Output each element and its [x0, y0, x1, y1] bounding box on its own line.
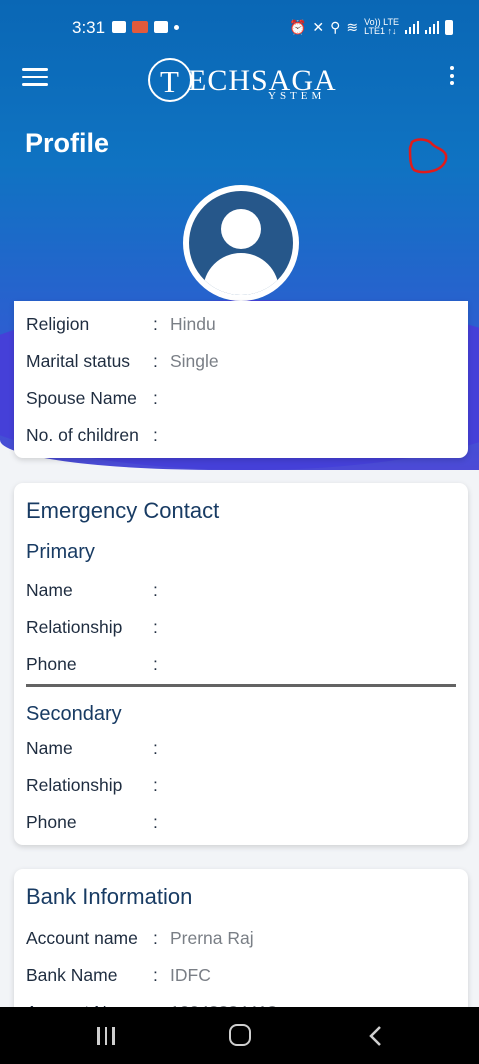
avatar[interactable] [183, 185, 299, 301]
gallery-icon [112, 21, 126, 33]
detail-colon: : [153, 775, 158, 795]
recents-icon[interactable] [97, 1027, 119, 1045]
more-notifications-dot-icon [174, 24, 179, 30]
detail-colon: : [153, 351, 158, 371]
alarm-icon: ⏰ [288, 18, 307, 35]
detail-colon: : [153, 314, 158, 334]
detail-label: Account name [26, 928, 138, 948]
detail-label: Spouse Name [26, 388, 137, 408]
emergency-contact-card: Emergency Contact Primary Name : Relatio… [14, 483, 468, 845]
more-vertical-icon[interactable] [445, 66, 459, 90]
detail-colon: : [153, 812, 158, 832]
location-icon: ⚲ [330, 18, 341, 35]
status-bar: 3:31 ⏰ ✕ ⚲ ≋ Vo)) LTE LTE1 ↑↓ [0, 12, 479, 46]
home-icon[interactable] [229, 1024, 251, 1046]
profile-screen: 3:31 ⏰ ✕ ⚲ ≋ Vo)) LTE LTE1 ↑↓ T ECHSAGA … [0, 0, 479, 1064]
detail-label: Phone [26, 812, 77, 832]
user-avatar-icon [189, 191, 293, 295]
emergency-contact-title: Emergency Contact [26, 498, 220, 523]
bank-information-title: Bank Information [26, 884, 193, 909]
logo-subtext: YSTEM [268, 90, 326, 102]
detail-label: Marital status [26, 351, 131, 371]
edit-icon[interactable] [406, 136, 452, 176]
status-notification-icons [112, 21, 179, 33]
primary-contact-title: Primary [26, 541, 95, 563]
lte-bottom-label: LTE1 ↑↓ [364, 26, 397, 36]
detail-colon: : [153, 425, 158, 445]
techsaga-logo: T ECHSAGA YSTEM [146, 54, 361, 104]
video-icon [154, 21, 168, 33]
personal-details-card: Religion : Hindu Marital status : Single… [14, 301, 468, 458]
detail-label: Bank Name [26, 965, 118, 985]
detail-colon: : [153, 580, 158, 600]
app-notification-icon [132, 21, 148, 33]
hamburger-menu-icon[interactable] [22, 68, 48, 88]
detail-label: No. of children [26, 425, 139, 445]
contact-divider [26, 684, 456, 687]
battery-icon [445, 19, 453, 35]
detail-colon: : [153, 928, 158, 948]
app-bar: T ECHSAGA YSTEM [0, 52, 479, 104]
detail-colon: : [153, 654, 158, 674]
back-icon[interactable] [366, 1024, 386, 1048]
detail-colon: : [153, 965, 158, 985]
detail-value: Prerna Raj [170, 928, 254, 948]
detail-label: Phone [26, 654, 77, 674]
logo-initial: T [160, 64, 179, 99]
mute-icon: ✕ [312, 18, 325, 35]
system-navigation-bar [0, 1007, 479, 1064]
detail-label: Name [26, 580, 73, 600]
detail-value: IDFC [170, 965, 211, 985]
secondary-contact-title: Secondary [26, 703, 122, 725]
wifi-icon: ≋ [346, 18, 359, 35]
page-title: Profile [25, 128, 110, 158]
detail-value: Hindu [170, 314, 216, 334]
signal-2-icon [425, 20, 439, 34]
detail-label: Relationship [26, 775, 123, 795]
signal-icon [405, 20, 419, 34]
detail-value: Single [170, 351, 219, 371]
detail-colon: : [153, 388, 158, 408]
detail-colon: : [153, 617, 158, 637]
detail-colon: : [153, 738, 158, 758]
status-right-icons: ⏰ ✕ ⚲ ≋ Vo)) LTE LTE1 ↑↓ [289, 18, 453, 36]
detail-label: Name [26, 738, 73, 758]
detail-label: Religion [26, 314, 90, 334]
status-time: 3:31 [72, 18, 106, 37]
detail-label: Relationship [26, 617, 123, 637]
lte-indicator: Vo)) LTE LTE1 ↑↓ [364, 18, 399, 36]
